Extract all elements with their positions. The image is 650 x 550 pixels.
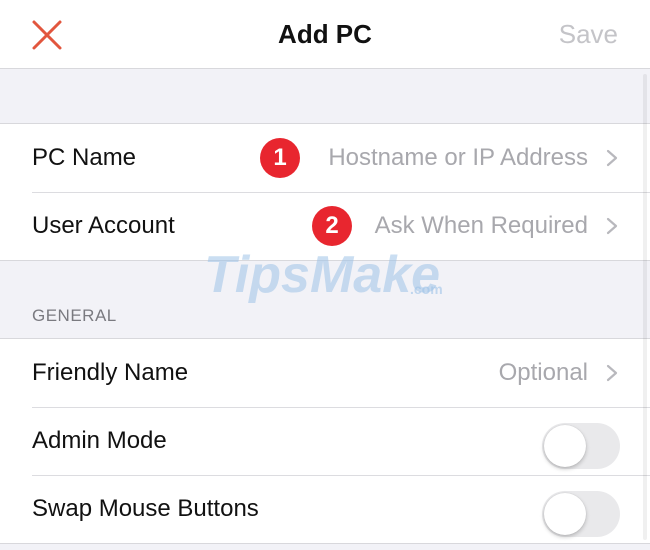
- pc-name-value: Hostname or IP Address: [328, 144, 588, 171]
- user-account-row[interactable]: User Account 2 Ask When Required: [0, 192, 650, 260]
- toggle-knob: [544, 425, 586, 467]
- friendly-name-value: Optional: [498, 359, 588, 386]
- admin-mode-label: Admin Mode: [32, 427, 167, 454]
- user-account-label: User Account: [32, 212, 175, 239]
- step-badge-2: 2: [312, 206, 352, 246]
- friendly-name-row[interactable]: Friendly Name Optional: [0, 339, 650, 407]
- scrollbar[interactable]: [643, 74, 647, 540]
- pc-name-label: PC Name: [32, 144, 137, 171]
- chevron-right-icon: [606, 217, 618, 235]
- connection-group: PC Name 1 Hostname or IP Address User Ac…: [0, 123, 650, 261]
- user-account-value: Ask When Required: [374, 212, 588, 239]
- general-group: Friendly Name Optional Admin Mode Swap M…: [0, 338, 650, 544]
- pc-name-row[interactable]: PC Name 1 Hostname or IP Address: [0, 124, 650, 192]
- friendly-name-label: Friendly Name: [32, 359, 189, 386]
- page-title: Add PC: [278, 19, 372, 49]
- swap-mouse-buttons-label: Swap Mouse Buttons: [32, 495, 259, 522]
- nav-bar: Add PC Save: [0, 0, 650, 69]
- chevron-right-icon: [606, 149, 618, 167]
- save-button[interactable]: Save: [559, 0, 618, 68]
- swap-mouse-buttons-toggle[interactable]: [542, 491, 620, 537]
- close-button[interactable]: [30, 18, 64, 52]
- admin-mode-row: Admin Mode: [0, 407, 650, 475]
- watermark-suffix: .com: [410, 281, 443, 297]
- step-badge-1: 1: [260, 138, 300, 178]
- add-pc-screen: Add PC Save PC Name 1 Hostname or IP Add…: [0, 0, 650, 550]
- chevron-right-icon: [606, 364, 618, 382]
- admin-mode-toggle[interactable]: [542, 423, 620, 469]
- close-icon: [32, 20, 62, 50]
- swap-mouse-buttons-row: Swap Mouse Buttons: [0, 475, 650, 543]
- toggle-knob: [544, 493, 586, 535]
- section-header-general: GENERAL: [32, 306, 117, 325]
